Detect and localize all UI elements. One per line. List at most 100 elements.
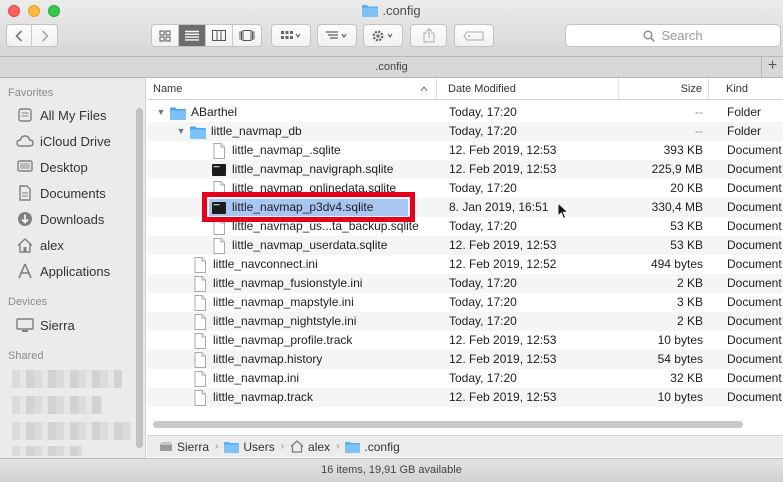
chevron-right-icon: [41, 29, 49, 42]
file-name: little_navmap_navigraph.sqlite: [211, 160, 393, 179]
table-row[interactable]: little_navmap_.sqlite 12. Feb 2019, 12:53…: [147, 141, 783, 160]
document-icon: [194, 351, 206, 368]
edit-tags-button[interactable]: [454, 24, 494, 47]
sidebar-item-desktop[interactable]: Desktop: [16, 157, 88, 177]
sidebar-item-documents[interactable]: Documents: [16, 183, 106, 203]
search-field[interactable]: Search: [565, 24, 781, 47]
tab-config[interactable]: .config: [375, 61, 407, 73]
sidebar-item-sierra[interactable]: Sierra: [16, 315, 75, 335]
file-name: little_navmap_mapstyle.ini: [192, 293, 354, 312]
document-icon: [194, 275, 206, 292]
shared-item-redacted[interactable]: [12, 370, 122, 388]
sidebar-item-icloud-drive[interactable]: iCloud Drive: [16, 131, 111, 151]
document-icon: [194, 256, 206, 273]
shared-item-redacted[interactable]: [12, 422, 132, 440]
file-kind: Document: [727, 390, 782, 404]
search-placeholder: Search: [661, 28, 703, 43]
arrange-button[interactable]: [271, 24, 311, 47]
table-row[interactable]: little_navmap_nightstyle.ini Today, 17:20…: [147, 312, 783, 331]
forward-button[interactable]: [32, 25, 57, 46]
sidebar-header-favorites: Favorites: [8, 87, 54, 99]
share-button[interactable]: [410, 24, 447, 47]
drive-icon: [159, 441, 173, 453]
table-row[interactable]: ▼ little_navmap_db Today, 17:20 -- Folder: [147, 122, 783, 141]
new-tab-button[interactable]: +: [761, 57, 783, 77]
gallery-view-button[interactable]: [233, 25, 260, 46]
folder-icon: [190, 126, 206, 139]
table-row[interactable]: little_navmap_profile.track 12. Feb 2019,…: [147, 331, 783, 350]
file-kind: Document: [727, 162, 782, 176]
table-row[interactable]: little_navmap_fusionstyle.ini Today, 17:2…: [147, 274, 783, 293]
file-name: little_navmap_fusionstyle.ini: [192, 274, 362, 293]
shared-item-redacted[interactable]: [12, 396, 102, 414]
share-icon: [423, 28, 434, 43]
sort-button[interactable]: [317, 24, 357, 47]
document-icon: [194, 313, 206, 330]
shared-item-redacted[interactable]: [12, 446, 82, 456]
file-date: 12. Feb 2019, 12:53: [449, 333, 557, 347]
database-file-icon: [212, 163, 226, 176]
document-icon: [194, 370, 206, 387]
path-item-sierra[interactable]: Sierra: [159, 440, 209, 454]
column-view-button[interactable]: [206, 25, 233, 46]
file-date: Today, 17:20: [449, 124, 517, 138]
table-row[interactable]: little_navmap_navigraph.sqlite 12. Feb 20…: [147, 160, 783, 179]
list-view-button[interactable]: [179, 25, 206, 46]
table-row[interactable]: little_navmap.ini Today, 17:20 32 KB Docume…: [147, 369, 783, 388]
table-row[interactable]: ▼ ABarthel Today, 17:20 -- Folder: [147, 103, 783, 122]
file-kind: Folder: [727, 105, 762, 119]
table-row[interactable]: little_navmap_userdata.sqlite 12. Feb 201…: [147, 236, 783, 255]
back-button[interactable]: [7, 25, 33, 46]
highlight-box: [202, 192, 415, 222]
view-mode-control: [151, 24, 262, 47]
file-size: 2 KB: [676, 314, 703, 328]
file-name-label: little_navmap_mapstyle.ini: [213, 295, 354, 309]
file-kind: Document: [727, 371, 782, 385]
file-kind: Document: [727, 333, 782, 347]
path-item-config[interactable]: .config: [345, 440, 400, 454]
table-row[interactable]: little_navconnect.ini 12. Feb 2019, 12:52…: [147, 255, 783, 274]
file-size: 2 KB: [676, 276, 703, 290]
sort-list-icon: [326, 30, 347, 39]
file-date: Today, 17:20: [449, 276, 517, 290]
sidebar-scrollbar[interactable]: [136, 108, 143, 448]
table-row[interactable]: little_navmap_mapstyle.ini Today, 17:20 3 …: [147, 293, 783, 312]
disclosure-triangle-icon[interactable]: ▼: [155, 103, 167, 122]
file-name: little_navmap_userdata.sqlite: [211, 236, 387, 255]
sidebar-item-alex[interactable]: alex: [16, 235, 64, 255]
path-item-alex[interactable]: alex: [290, 440, 330, 454]
table-row[interactable]: little_navmap.track 12. Feb 2019, 12:53 10…: [147, 388, 783, 407]
horizontal-scrollbar[interactable]: [153, 421, 743, 428]
sidebar-item-all-my-files[interactable]: All My Files: [16, 105, 106, 125]
sidebar-item-downloads[interactable]: Downloads: [16, 209, 104, 229]
table-row[interactable]: little_navmap.history 12. Feb 2019, 12:53…: [147, 350, 783, 369]
mouse-pointer-icon: [557, 202, 569, 220]
action-button[interactable]: [363, 24, 403, 47]
icon-view-button[interactable]: [152, 25, 179, 46]
file-name-label: little_navmap_fusionstyle.ini: [213, 276, 363, 290]
file-name-label: little_navmap_db: [211, 124, 302, 138]
file-date: Today, 17:20: [449, 181, 517, 195]
folder-icon: [362, 4, 379, 20]
file-name: little_navmap_nightstyle.ini: [192, 312, 356, 331]
path-item-users[interactable]: Users: [224, 440, 275, 454]
documents-icon: [16, 185, 34, 201]
column-header-name[interactable]: Name: [147, 78, 437, 100]
downloads-icon: [16, 211, 34, 227]
file-list: Name Date Modified Size Kind ▼ ABarthel To…: [147, 78, 783, 430]
sidebar-item-applications[interactable]: Applications: [16, 261, 110, 281]
column-header-date[interactable]: Date Modified: [442, 78, 619, 100]
file-name-label: little_navmap_navigraph.sqlite: [232, 162, 394, 176]
navigation-buttons: [6, 24, 58, 47]
file-kind: Document: [727, 257, 782, 271]
column-header-size[interactable]: Size: [619, 78, 709, 100]
window-title: .config: [0, 3, 783, 20]
file-name: ▼ little_navmap_db: [175, 122, 302, 141]
column-header-row: Name Date Modified Size Kind: [147, 78, 783, 100]
cover-flow-icon: [239, 30, 254, 41]
column-header-kind[interactable]: Kind: [720, 78, 783, 100]
file-size: 330,4 MB: [651, 200, 703, 214]
sort-ascending-icon: [420, 86, 428, 92]
folder-icon: [224, 441, 240, 453]
disclosure-triangle-icon[interactable]: ▼: [175, 122, 187, 141]
